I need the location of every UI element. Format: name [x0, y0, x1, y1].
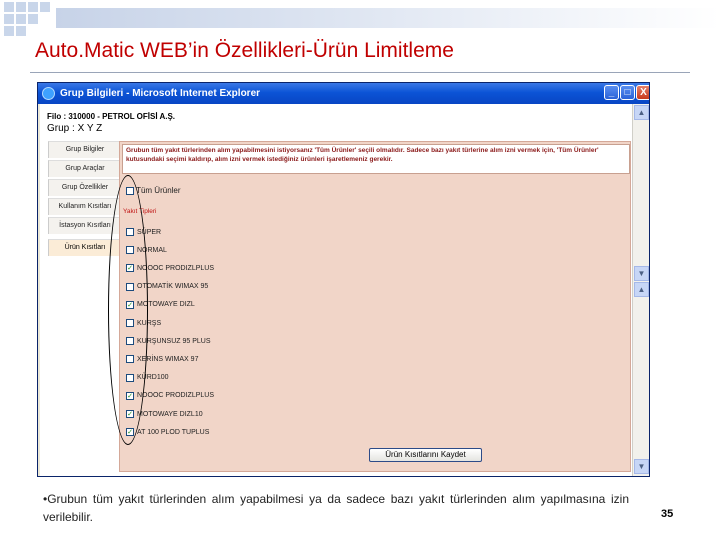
panel-description: Grubun tüm yakıt türlerinden alım yapabi…: [126, 147, 599, 163]
maximize-button[interactable]: □: [620, 85, 635, 100]
vertical-scrollbar[interactable]: ▲ ▼ ▲ ▼: [632, 104, 649, 476]
scroll-up-icon[interactable]: ▲: [634, 282, 649, 297]
scroll-up-icon[interactable]: ▲: [634, 105, 649, 120]
sidebar-item-group-info[interactable]: Grup Bilgiler: [48, 141, 121, 158]
decorative-gradient-bar: [56, 8, 720, 28]
sidebar-item-group-vehicles[interactable]: Grup Araçlar: [48, 160, 121, 177]
slide-note-text: Grubun tüm yakıt türlerinden alım yapabi…: [43, 492, 629, 524]
save-product-limits-button[interactable]: Ürün Kısıtlarını Kaydet: [369, 448, 482, 462]
highlight-ellipse: [108, 175, 148, 445]
all-products-label: Tüm Ürünler: [136, 186, 181, 195]
minimize-button[interactable]: _: [604, 85, 619, 100]
fuel-name: AT 100 PLOD TUPLUS: [137, 428, 210, 436]
fuel-name: NOOOC PRODIZLPLUS: [137, 392, 215, 400]
sidebar-item-usage-limits[interactable]: Kullanım Kısıtları: [48, 198, 121, 215]
group-info: Grup : X Y Z: [47, 123, 103, 134]
fuel-name: MOTOWAYE DIZL10: [137, 410, 203, 418]
sidebar-item-group-properties[interactable]: Grup Özellikler: [48, 179, 121, 196]
page-number: 35: [661, 508, 674, 520]
decorative-squares: [0, 0, 60, 40]
scroll-down-icon[interactable]: ▼: [634, 266, 649, 281]
slide-title: Auto.Matic WEB’in Özellikleri-Ürün Limit…: [35, 39, 454, 62]
sidebar-item-station-limits[interactable]: İstasyon Kısıtları: [48, 217, 121, 234]
window-titlebar: Grup Bilgileri - Microsoft Internet Expl…: [38, 83, 649, 104]
title-divider: [30, 72, 690, 73]
slide-decoration: [0, 0, 720, 40]
fuel-name: KURŞUNSUZ 95 PLUS: [137, 337, 211, 345]
fuel-row: ✓ AT 100 PLOD TUPLUS: [126, 428, 210, 437]
slide-note: •Grubun tüm yakıt türlerinden alım yapab…: [43, 490, 629, 526]
product-limits-panel: Grubun tüm yakıt türlerinden alım yapabi…: [119, 141, 631, 472]
panel-description-box: Grubun tüm yakıt türlerinden alım yapabi…: [122, 144, 630, 174]
fleet-info: Filo : 310000 - PETROL OFİSİ A.Ş.: [47, 112, 176, 121]
window-title: Grup Bilgileri - Microsoft Internet Expl…: [60, 88, 261, 99]
fuel-name: NOOOC PRODIZLPLUS: [137, 264, 215, 272]
internet-explorer-icon: [42, 87, 55, 100]
close-button[interactable]: X: [636, 85, 649, 100]
scroll-down-icon[interactable]: ▼: [634, 459, 649, 474]
